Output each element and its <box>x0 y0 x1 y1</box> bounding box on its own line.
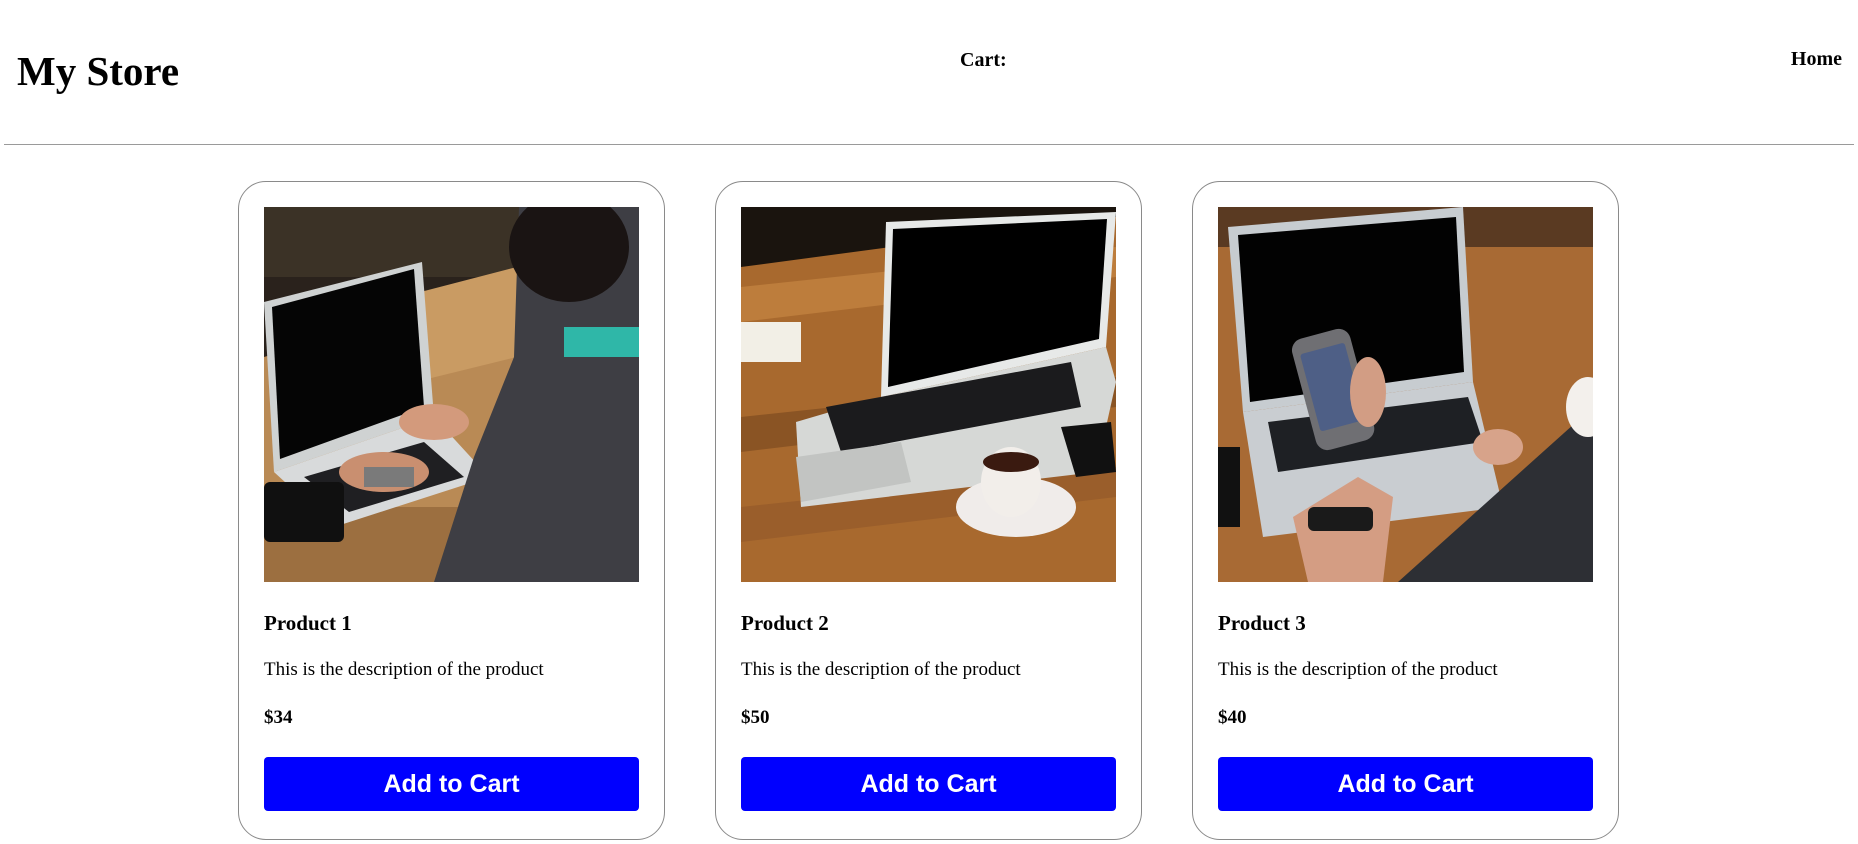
product-name-2: Product 2 <box>741 611 829 635</box>
product-image-3 <box>1218 207 1593 582</box>
product-name-1: Product 1 <box>264 611 352 635</box>
product-price-2: $50 <box>741 707 770 728</box>
product-card-1: Product 1 This is the description of the… <box>238 181 665 840</box>
store-title: My Store <box>17 48 180 94</box>
product-name-3: Product 3 <box>1218 611 1306 635</box>
product-image-1 <box>264 207 639 582</box>
home-link[interactable]: Home <box>1791 47 1842 71</box>
site-header: My Store Cart: Home <box>0 0 1858 146</box>
product-description-3: This is the description of the product <box>1218 659 1498 680</box>
product-price-1: $34 <box>264 707 293 728</box>
product-card-3: Product 3 This is the description of the… <box>1192 181 1619 840</box>
product-grid: Product 1 This is the description of the… <box>238 181 1619 840</box>
product-card-2: Product 2 This is the description of the… <box>715 181 1142 840</box>
add-to-cart-button-3[interactable]: Add to Cart <box>1218 757 1593 811</box>
product-description-1: This is the description of the product <box>264 659 544 680</box>
add-to-cart-button-2[interactable]: Add to Cart <box>741 757 1116 811</box>
add-to-cart-button-1[interactable]: Add to Cart <box>264 757 639 811</box>
cart-label[interactable]: Cart: <box>960 48 1007 72</box>
product-price-3: $40 <box>1218 707 1247 728</box>
product-image-2 <box>741 207 1116 582</box>
header-divider <box>4 144 1854 145</box>
product-description-2: This is the description of the product <box>741 659 1021 680</box>
